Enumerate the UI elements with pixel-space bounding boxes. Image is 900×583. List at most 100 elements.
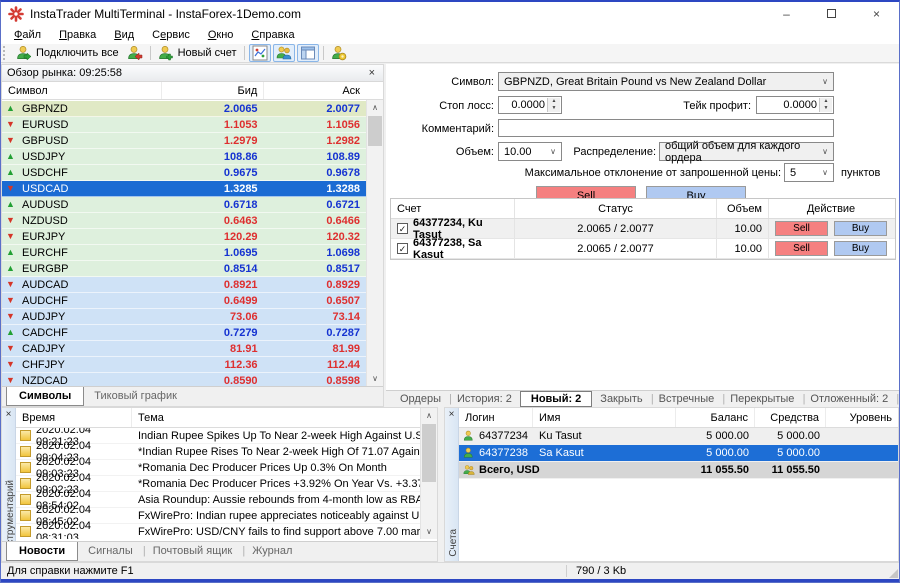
order-tab-6[interactable]: Отложенный: 2: [802, 392, 896, 406]
stop-loss-spinner[interactable]: ▲ ▼: [547, 98, 560, 112]
order-tab-3[interactable]: Закрыть: [592, 392, 650, 406]
resize-grip[interactable]: [889, 569, 898, 578]
news-tab-3[interactable]: Журнал: [242, 542, 302, 559]
scroll-up-icon[interactable]: ∧: [421, 408, 437, 423]
take-profit-spinner[interactable]: ▲ ▼: [819, 98, 832, 112]
scroll-down-icon[interactable]: ∨: [421, 524, 437, 539]
column-symbol[interactable]: Символ: [2, 82, 162, 99]
column-balance[interactable]: Баланс: [676, 408, 755, 427]
market-watch-scrollbar[interactable]: ∧ ∨: [366, 100, 383, 386]
row-sell-button[interactable]: Sell: [775, 241, 828, 256]
deviation-select[interactable]: 5 ∨: [784, 163, 834, 182]
news-scrollbar[interactable]: ∧ ∨: [420, 408, 437, 539]
accounts-close-icon[interactable]: ×: [445, 408, 458, 420]
row-buy-button[interactable]: Buy: [834, 241, 887, 256]
take-profit-input[interactable]: 0.0000 ▲ ▼: [756, 96, 834, 114]
scroll-down-icon[interactable]: ∨: [367, 371, 383, 386]
news-close-icon[interactable]: ×: [2, 408, 15, 420]
row-buy-button[interactable]: Buy: [834, 221, 887, 236]
column-name[interactable]: Имя: [533, 408, 676, 427]
market-row-audchf[interactable]: ▼AUDCHF0.64990.6507: [2, 293, 366, 309]
spinner-up-icon[interactable]: ▲: [820, 98, 832, 105]
scroll-thumb[interactable]: [368, 116, 382, 146]
market-row-nzdusd[interactable]: ▼NZDUSD0.64630.6466: [2, 213, 366, 229]
account-row-64377238[interactable]: 64377238Sa Kasut5 000.005 000.00: [459, 445, 898, 462]
disconnect-all-button[interactable]: [123, 44, 147, 62]
news-tab-0[interactable]: Новости: [6, 541, 78, 561]
connect-all-button[interactable]: Подключить все: [12, 44, 123, 62]
market-row-usdjpy[interactable]: ▲USDJPY108.86108.89: [2, 149, 366, 165]
market-row-cadchf[interactable]: ▲CADCHF0.72790.7287: [2, 325, 366, 341]
order-tab-5[interactable]: Перекрытые: [722, 392, 802, 406]
column-action[interactable]: Действие: [769, 199, 893, 218]
spinner-down-icon[interactable]: ▼: [820, 105, 832, 112]
order-tab-7[interactable]: Изменить: [896, 392, 899, 406]
column-ask[interactable]: Аск: [264, 82, 366, 99]
menu-item-view[interactable]: Вид: [105, 27, 143, 43]
spinner-up-icon[interactable]: ▲: [548, 98, 560, 105]
minimize-button[interactable]: –: [764, 2, 809, 25]
market-row-audusd[interactable]: ▲AUDUSD0.67180.6721: [2, 197, 366, 213]
scroll-thumb[interactable]: [422, 424, 436, 482]
market-row-gbpusd[interactable]: ▼GBPUSD1.29791.2982: [2, 133, 366, 149]
market-row-audjpy[interactable]: ▼AUDJPY73.0673.14: [2, 309, 366, 325]
news-row[interactable]: 2020.02.04 08:31:03FxWirePro: USD/CNY fa…: [16, 524, 420, 539]
news-tab-1[interactable]: Сигналы: [78, 542, 143, 559]
tick-chart-toggle[interactable]: [249, 44, 271, 62]
order-tab-2[interactable]: Новый: 2: [520, 391, 592, 407]
menu-item-file[interactable]: Файл: [5, 27, 50, 43]
market-row-eurgbp[interactable]: ▲EURGBP0.85140.8517: [2, 261, 366, 277]
order-tab-1[interactable]: История: 2: [449, 392, 520, 406]
market-row-eurchf[interactable]: ▲EURCHF1.06951.0698: [2, 245, 366, 261]
account-row-64377234[interactable]: 64377234Ku Tasut5 000.005 000.00: [459, 428, 898, 445]
column-time[interactable]: Время: [16, 408, 132, 427]
column-level[interactable]: Уровень: [826, 408, 898, 427]
layout-toggle[interactable]: [297, 44, 319, 62]
menu-item-window[interactable]: Окно: [199, 27, 243, 43]
maximize-button[interactable]: [809, 2, 854, 25]
accounts-side-label[interactable]: Счета: [445, 529, 459, 557]
symbol-select[interactable]: GBPNZD, Great Britain Pound vs New Zeala…: [498, 72, 834, 91]
market-row-usdcad[interactable]: ▼USDCAD1.32851.3288: [2, 181, 366, 197]
market-row-chfjpy[interactable]: ▼CHFJPY112.36112.44: [2, 357, 366, 373]
order-tab-4[interactable]: Встречные: [651, 392, 723, 406]
order-tab-0[interactable]: Ордеры: [392, 392, 449, 406]
news-tabs: НовостиСигналыПочтовый ящикЖурнал: [2, 541, 437, 561]
market-row-nzdcad[interactable]: ▼NZDCAD0.85900.8598: [2, 373, 366, 386]
market-row-eurusd[interactable]: ▼EURUSD1.10531.1056: [2, 117, 366, 133]
row-sell-button[interactable]: Sell: [775, 221, 828, 236]
checkbox[interactable]: ✓: [397, 243, 408, 254]
comment-input[interactable]: [498, 119, 834, 137]
market-row-cadjpy[interactable]: ▼CADJPY81.9181.99: [2, 341, 366, 357]
menu-item-edit[interactable]: Правка: [50, 27, 105, 43]
accounts-view-toggle[interactable]: [273, 44, 295, 62]
market-tab-0[interactable]: Символы: [6, 386, 84, 406]
order-account-row[interactable]: ✓64377238, Sa Kasut2.0065 / 2.007710.00S…: [391, 239, 895, 259]
column-login[interactable]: Логин: [459, 408, 533, 427]
stop-loss-input[interactable]: 0.0000 ▲ ▼: [498, 96, 562, 114]
menu-item-help[interactable]: Справка: [242, 27, 303, 43]
new-account-button[interactable]: Новый счет: [154, 44, 241, 62]
column-status[interactable]: Статус: [515, 199, 717, 218]
close-button[interactable]: ×: [854, 2, 899, 25]
column-equity[interactable]: Средства: [755, 408, 826, 427]
account-settings-button[interactable]: [327, 44, 351, 62]
checkbox[interactable]: ✓: [397, 223, 408, 234]
market-tab-1[interactable]: Тиковый график: [84, 387, 187, 404]
accounts-total-row[interactable]: Всего, USD 11 055.50 11 055.50: [459, 462, 898, 479]
menu-item-service[interactable]: Сервис: [143, 27, 199, 43]
toolbar-grip[interactable]: [3, 46, 9, 60]
market-watch-close-icon[interactable]: ×: [366, 68, 378, 79]
market-row-eurjpy[interactable]: ▼EURJPY120.29120.32: [2, 229, 366, 245]
distribution-select[interactable]: общий объем для каждого ордера ∨: [659, 142, 834, 161]
column-volume[interactable]: Объем: [717, 199, 769, 218]
column-topic[interactable]: Тема: [132, 408, 420, 427]
column-account[interactable]: Счет: [391, 199, 515, 218]
market-row-gbpnzd[interactable]: ▲GBPNZD2.00652.0077: [2, 101, 366, 117]
market-row-audcad[interactable]: ▼AUDCAD0.89210.8929: [2, 277, 366, 293]
spinner-down-icon[interactable]: ▼: [548, 105, 560, 112]
market-row-usdchf[interactable]: ▲USDCHF0.96750.9678: [2, 165, 366, 181]
scroll-up-icon[interactable]: ∧: [367, 100, 383, 115]
column-bid[interactable]: Бид: [162, 82, 265, 99]
news-tab-2[interactable]: Почтовый ящик: [143, 542, 242, 559]
